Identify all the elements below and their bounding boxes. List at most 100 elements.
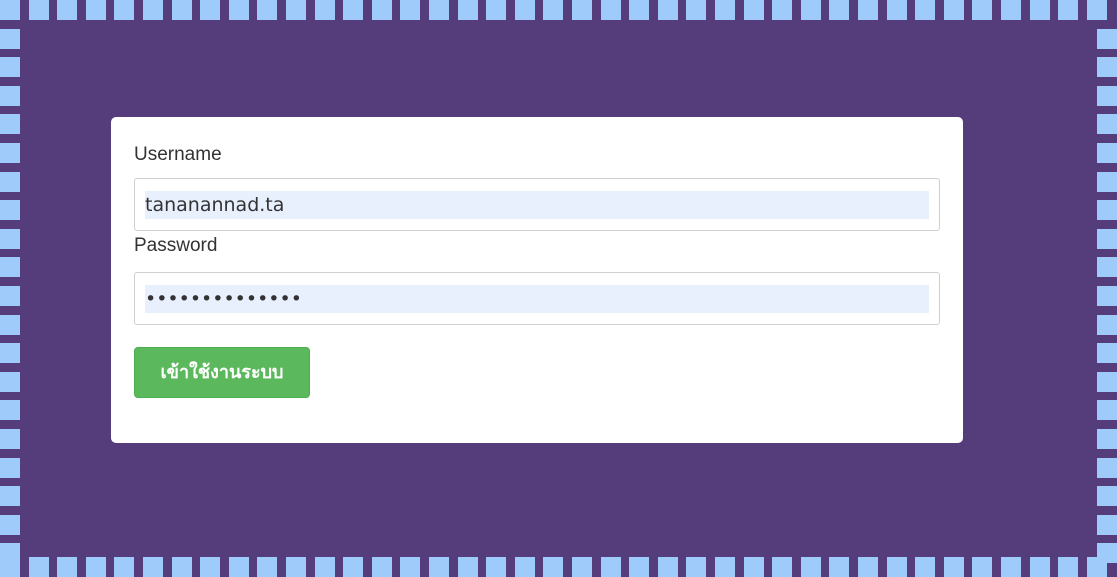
password-field[interactable]: •••••••••••••• — [134, 272, 940, 325]
border-dot — [1097, 257, 1117, 277]
border-dot — [572, 557, 592, 577]
border-dot — [29, 557, 49, 577]
border-dot — [1097, 229, 1117, 249]
border-dot — [172, 0, 192, 20]
border-dot — [0, 315, 20, 335]
border-dot — [229, 557, 249, 577]
border-dot — [1097, 114, 1117, 134]
border-dot — [543, 557, 563, 577]
border-dot — [114, 557, 134, 577]
border-dot — [1097, 57, 1117, 77]
border-dot — [658, 557, 678, 577]
border-dot — [486, 557, 506, 577]
border-dot — [200, 0, 220, 20]
border-dot — [801, 557, 821, 577]
border-dot — [829, 557, 849, 577]
border-dot — [0, 400, 20, 420]
border-dot — [400, 557, 420, 577]
border-dot — [715, 0, 735, 20]
border-dot — [458, 0, 478, 20]
login-button[interactable]: เข้าใช้งานระบบ — [134, 347, 310, 398]
border-dot — [686, 0, 706, 20]
border-dot — [1058, 0, 1078, 20]
border-dot — [0, 286, 20, 306]
username-label: Username — [134, 144, 222, 165]
username-value: tananannad.ta — [145, 194, 285, 216]
border-dot — [515, 557, 535, 577]
border-dot — [400, 0, 420, 20]
login-card: Username tananannad.ta Password ••••••••… — [111, 117, 963, 443]
border-dot — [0, 458, 20, 478]
border-dot — [1097, 486, 1117, 506]
border-dot — [1097, 515, 1117, 535]
border-dot — [1097, 29, 1117, 49]
border-dot — [1097, 86, 1117, 106]
border-dot — [1097, 372, 1117, 392]
border-dot — [0, 29, 20, 49]
border-dot — [0, 114, 20, 134]
border-dot — [0, 343, 20, 363]
border-dot — [0, 543, 20, 563]
border-dot — [1097, 429, 1117, 449]
border-dot — [629, 0, 649, 20]
border-dot — [57, 0, 77, 20]
border-dot — [972, 0, 992, 20]
border-dot — [658, 0, 678, 20]
border-dot — [1097, 315, 1117, 335]
border-dot — [200, 557, 220, 577]
border-dot — [1001, 0, 1021, 20]
border-dot — [1097, 458, 1117, 478]
border-dot — [858, 557, 878, 577]
border-dot — [0, 200, 20, 220]
border-dot — [0, 515, 20, 535]
border-dot — [944, 0, 964, 20]
border-dot — [0, 143, 20, 163]
border-dot — [601, 557, 621, 577]
border-dot — [1097, 400, 1117, 420]
border-dot — [86, 0, 106, 20]
border-dot — [343, 557, 363, 577]
border-dot — [1097, 143, 1117, 163]
border-dot — [486, 0, 506, 20]
border-dot — [0, 0, 20, 20]
border-dot — [1030, 557, 1050, 577]
login-page: Username tananannad.ta Password ••••••••… — [0, 0, 1117, 577]
border-dot — [229, 0, 249, 20]
border-dot — [0, 486, 20, 506]
border-dot — [286, 0, 306, 20]
border-dot — [515, 0, 535, 20]
border-dot — [86, 557, 106, 577]
border-dot — [887, 557, 907, 577]
border-dot — [458, 557, 478, 577]
border-dot — [0, 257, 20, 277]
border-dot — [0, 86, 20, 106]
border-dot — [858, 0, 878, 20]
border-dot — [315, 0, 335, 20]
border-dot — [29, 0, 49, 20]
border-dot — [257, 0, 277, 20]
border-dot — [686, 557, 706, 577]
border-dot — [0, 429, 20, 449]
border-dot — [944, 557, 964, 577]
border-dot — [1001, 557, 1021, 577]
border-dot — [972, 557, 992, 577]
border-dot — [915, 0, 935, 20]
border-dot — [744, 0, 764, 20]
border-dot — [0, 172, 20, 192]
border-dot — [315, 557, 335, 577]
border-dot — [1097, 343, 1117, 363]
border-dot — [143, 0, 163, 20]
border-dot — [572, 0, 592, 20]
border-dot — [601, 0, 621, 20]
border-dot — [372, 557, 392, 577]
border-dot — [829, 0, 849, 20]
border-dot — [801, 0, 821, 20]
border-dot — [372, 0, 392, 20]
border-dot — [172, 557, 192, 577]
border-dot — [1097, 286, 1117, 306]
border-dot — [1097, 543, 1117, 563]
border-dot — [0, 229, 20, 249]
border-dot — [1097, 200, 1117, 220]
username-field[interactable]: tananannad.ta — [134, 178, 940, 231]
border-dot — [744, 557, 764, 577]
